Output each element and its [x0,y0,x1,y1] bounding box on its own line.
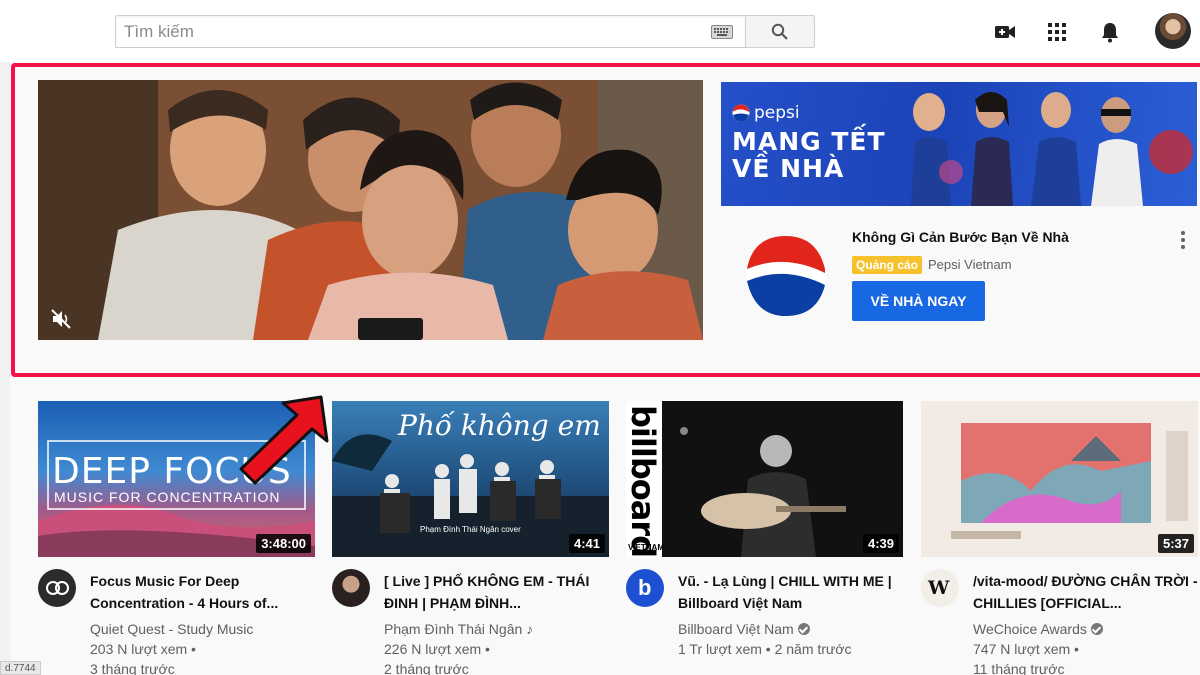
video-thumbnail[interactable]: billboard VIETNAM 4:39 [626,401,903,557]
more-options-icon[interactable] [1178,230,1188,250]
thumbnail-image [921,401,1198,557]
status-bar: d.7744 [0,661,41,675]
user-avatar[interactable] [1155,13,1191,49]
ad-video-player[interactable] [38,80,703,340]
pepsi-small-logo-icon [732,104,750,122]
video-age: 2 tháng trước [384,661,469,675]
thumbnail-subtitle: MUSIC FOR CONCENTRATION [54,489,281,505]
video-title[interactable]: Focus Music For Deep Concentration - 4 H… [90,570,315,614]
video-channel[interactable]: Phạm Đình Thái Ngân ♪ [384,621,533,637]
pepsi-logo-icon [746,236,826,316]
video-channel[interactable]: WeChoice Awards [973,621,1103,637]
search-box[interactable] [115,15,745,48]
thumbnail-image [626,401,846,557]
ad-channel[interactable]: Pepsi Vietnam [928,256,1012,274]
apps-button[interactable] [1045,20,1069,44]
video-card[interactable]: 5:37 W /vita-mood/ ĐƯỜNG CHÂN TRỜI - CHI… [921,401,1198,675]
mute-icon[interactable] [50,308,72,330]
video-views: 1 Tr lượt xem • 2 năm trước [678,641,852,657]
banner-title-line-1: MANG TẾT [732,127,886,156]
video-title[interactable]: Vũ. - Lạ Lùng | CHILL WITH ME | Billboar… [678,570,903,614]
notifications-button[interactable] [1098,20,1122,44]
red-arrow-annotation [239,395,329,485]
billboard-b-icon: b [638,575,652,600]
video-views: 226 N lượt xem • [384,641,490,657]
video-thumbnail[interactable]: Phố không em Phạm Đình Thái Ngân cover 4… [332,401,609,557]
bell-icon [1102,23,1118,43]
billboard-logo: billboard [626,405,662,557]
video-views: 203 N lượt xem • [90,641,196,657]
video-channel-name[interactable]: Billboard Việt Nam [678,621,794,637]
video-duration: 4:39 [862,534,899,553]
video-title[interactable]: [ Live ] PHỐ KHÔNG EM - THÁI ĐINH | PHẠM… [384,570,609,614]
create-video-button[interactable] [993,20,1017,44]
wechoice-w-icon: W [928,577,950,599]
video-age: 11 tháng trước [973,661,1065,675]
search-icon [771,23,788,40]
channel-avatar[interactable]: b [626,569,664,607]
video-duration: 5:37 [1157,534,1194,553]
video-card[interactable]: billboard VIETNAM 4:39 b Vũ. - Lạ Lùng |… [626,401,903,675]
video-duration: 3:48:00 [256,534,311,553]
ad-title[interactable]: Không Gì Cản Bước Bạn Về Nhà [852,229,1069,245]
video-channel[interactable]: Quiet Quest - Study Music [90,621,253,637]
apps-grid-icon [1048,23,1066,41]
banner-celebrities-image [911,92,1193,206]
sidebar-edge [0,62,10,675]
ad-video-frame-image [38,80,703,340]
channel-avatar[interactable] [38,569,76,607]
thumbnail-subtitle: Phạm Đình Thái Ngân cover [420,525,521,534]
video-thumbnail[interactable]: 5:37 [921,401,1198,557]
keyboard-icon[interactable] [711,25,733,39]
ad-badge: Quảng cáo [852,256,923,274]
video-channel-name[interactable]: WeChoice Awards [973,621,1087,637]
channel-avatar[interactable] [332,569,370,607]
qq-logo-icon [46,581,69,595]
search-button[interactable] [745,15,815,48]
verified-icon [797,623,810,635]
video-card[interactable]: Phố không em Phạm Đình Thái Ngân cover 4… [332,401,609,675]
video-views: 747 N lượt xem • [973,641,1079,657]
thumbnail-title: Phố không em [398,409,601,442]
top-bar [0,0,1200,62]
verified-icon [1090,623,1103,635]
video-channel[interactable]: Billboard Việt Nam [678,621,810,637]
banner-title-line-2: VỀ NHÀ [732,154,845,183]
ad-cta-button[interactable]: VỀ NHÀ NGAY [852,281,985,321]
video-age: 3 tháng trước [90,661,175,675]
channel-avatar[interactable]: W [921,569,959,607]
banner-brand: pepsi [754,103,800,123]
banner-title: MANG TẾT VỀ NHÀ [732,128,886,182]
video-title[interactable]: /vita-mood/ ĐƯỜNG CHÂN TRỜI - CHILLIES [… [973,570,1198,614]
video-duration: 4:41 [568,534,605,553]
search-input[interactable] [116,16,676,47]
ad-banner[interactable]: pepsi MANG TẾT VỀ NHÀ [721,82,1197,206]
billboard-logo-sub: VIETNAM [628,543,664,552]
youtube-page: pepsi MANG TẾT VỀ NHÀ [0,0,1200,675]
video-camera-icon [995,26,1015,38]
